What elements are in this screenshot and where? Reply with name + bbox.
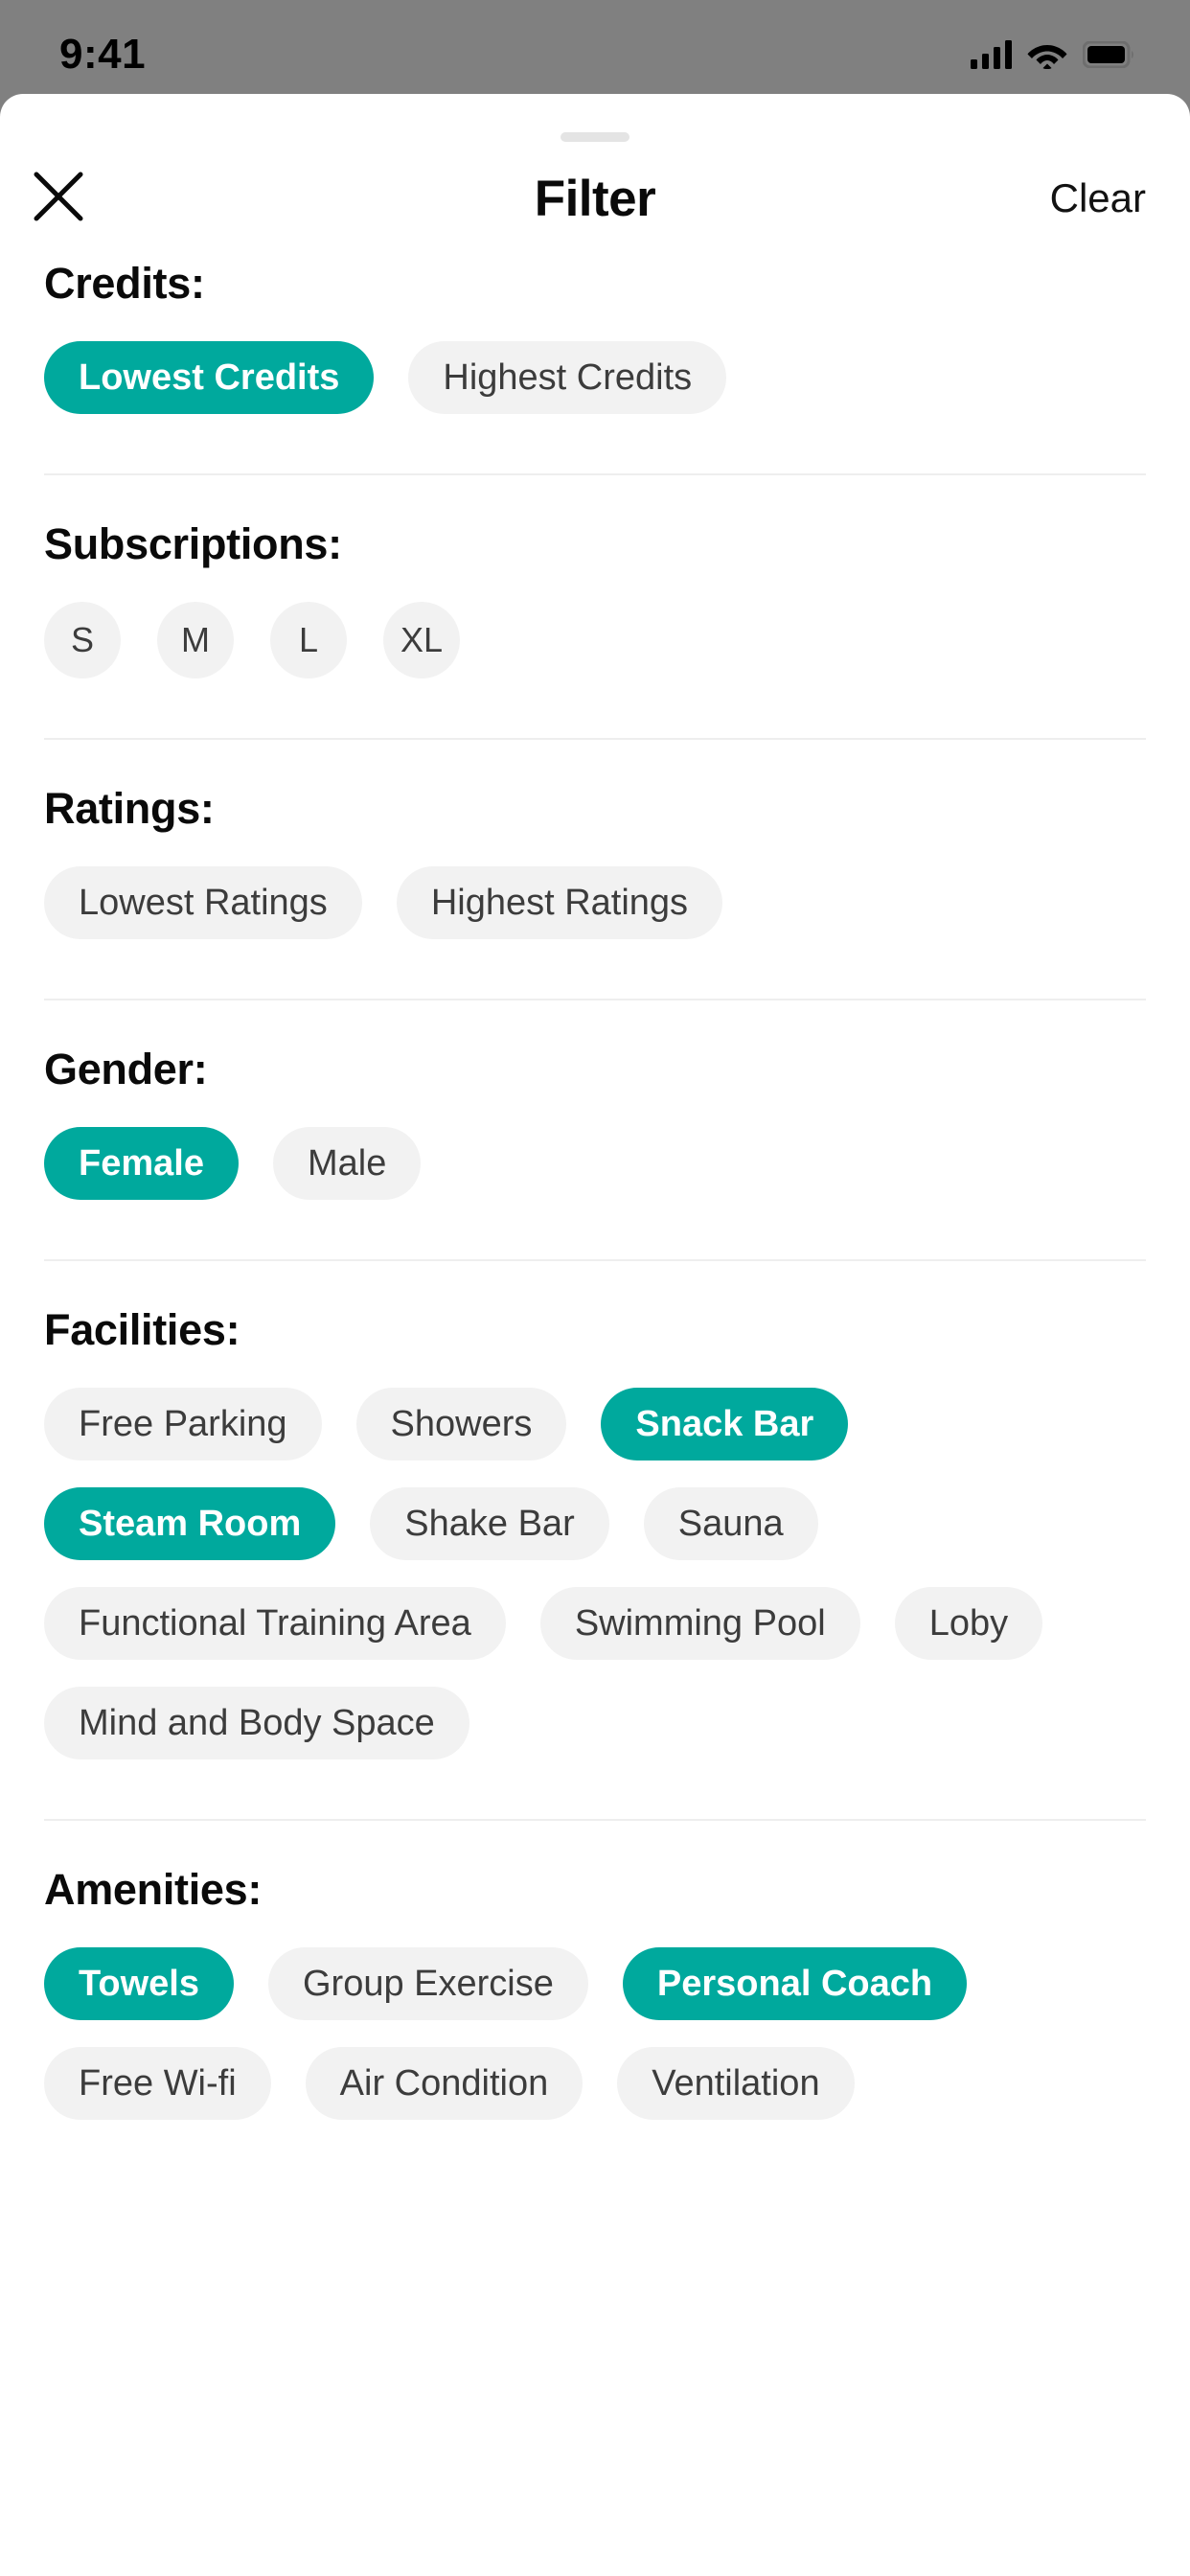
filter-bottom-sheet: Filter Clear Credits: Lowest Credits Highe… [0,94,1190,2576]
filter-chip-male[interactable]: Male [272,1127,422,1200]
filter-chip-lowest-credits[interactable]: Lowest Credits [44,341,375,414]
signal-bars-icon [971,40,1012,69]
wifi-icon [1027,40,1067,69]
filter-chip-loby[interactable]: Loby [894,1587,1043,1660]
filter-chip-sauna[interactable]: Sauna [643,1487,818,1560]
sheet-header: Filter Clear [0,142,1190,255]
chip-row: Towels Group Exercise Personal Coach Free W… [44,1947,1146,2147]
filter-sections: Credits: Lowest Credits Highest Credits Sub… [0,255,1190,2147]
filter-chip-female[interactable]: Female [44,1127,239,1200]
section-title: Facilities: [44,1305,240,1354]
filter-chip-snack-bar[interactable]: Snack Bar [601,1388,849,1460]
filter-chip-steam-room[interactable]: Steam Room [44,1487,336,1560]
section-divider [44,1819,1146,1821]
chip-row: Free Parking Showers Snack Bar Steam Room Sh… [44,1388,1146,1786]
filter-chip-free-wi-fi[interactable]: Free Wi-fi [44,2047,271,2120]
section-title: Amenities: [44,1865,263,1914]
filter-chip-lowest-ratings[interactable]: Lowest Ratings [44,866,362,939]
filter-section-ratings: Ratings: Lowest Ratings Highest Ratings [44,780,1146,966]
filter-section-amenities: Amenities: Towels Group Exercise Personal C… [44,1861,1146,2147]
filter-chip-m[interactable]: M [157,602,234,678]
filter-chip-towels[interactable]: Towels [44,1947,234,2020]
filter-chip-s[interactable]: S [44,602,121,678]
section-divider [44,999,1146,1000]
clear-button[interactable]: Clear [1050,175,1146,221]
section-divider [44,738,1146,740]
close-x-icon [32,170,85,228]
section-title: Ratings: [44,784,215,833]
filter-chip-group-exercise[interactable]: Group Exercise [268,1947,588,2020]
page-title: Filter [534,170,656,227]
chip-row: Lowest Ratings Highest Ratings [44,866,1146,966]
battery-full-icon [1083,41,1134,68]
filter-chip-functional-training-area[interactable]: Functional Training Area [44,1587,506,1660]
filter-chip-air-condition[interactable]: Air Condition [305,2047,584,2120]
filter-chip-showers[interactable]: Showers [355,1388,567,1460]
drag-handle[interactable] [561,132,629,142]
filter-chip-personal-coach[interactable]: Personal Coach [622,1947,968,2020]
section-divider [44,473,1146,475]
status-bar-time: 9:41 [59,31,147,78]
section-title: Gender: [44,1045,208,1093]
status-bar-icons [971,40,1134,69]
filter-chip-swimming-pool[interactable]: Swimming Pool [539,1587,860,1660]
close-button[interactable] [27,167,90,230]
section-title: Subscriptions: [44,519,342,568]
chip-row: Female Male [44,1127,1146,1227]
filter-chip-highest-ratings[interactable]: Highest Ratings [396,866,723,939]
section-title: Credits: [44,259,205,308]
filter-section-facilities: Facilities: Free Parking Showers Snack Bar S… [44,1301,1146,1786]
filter-chip-l[interactable]: L [270,602,347,678]
filter-chip-ventilation[interactable]: Ventilation [617,2047,855,2120]
status-bar: 9:41 [0,0,1190,94]
filter-chip-xl[interactable]: XL [383,602,460,678]
filter-section-credits: Credits: Lowest Credits Highest Credits [44,255,1146,441]
section-divider [44,1259,1146,1261]
chip-row: Lowest Credits Highest Credits [44,341,1146,441]
filter-chip-highest-credits[interactable]: Highest Credits [408,341,727,414]
filter-section-gender: Gender: Female Male [44,1041,1146,1227]
filter-chip-free-parking[interactable]: Free Parking [44,1388,322,1460]
chip-row: S M L XL [44,602,1146,705]
filter-chip-mind-and-body-space[interactable]: Mind and Body Space [44,1687,469,1760]
filter-chip-shake-bar[interactable]: Shake Bar [370,1487,609,1560]
filter-section-subscriptions: Subscriptions: S M L XL [44,516,1146,705]
